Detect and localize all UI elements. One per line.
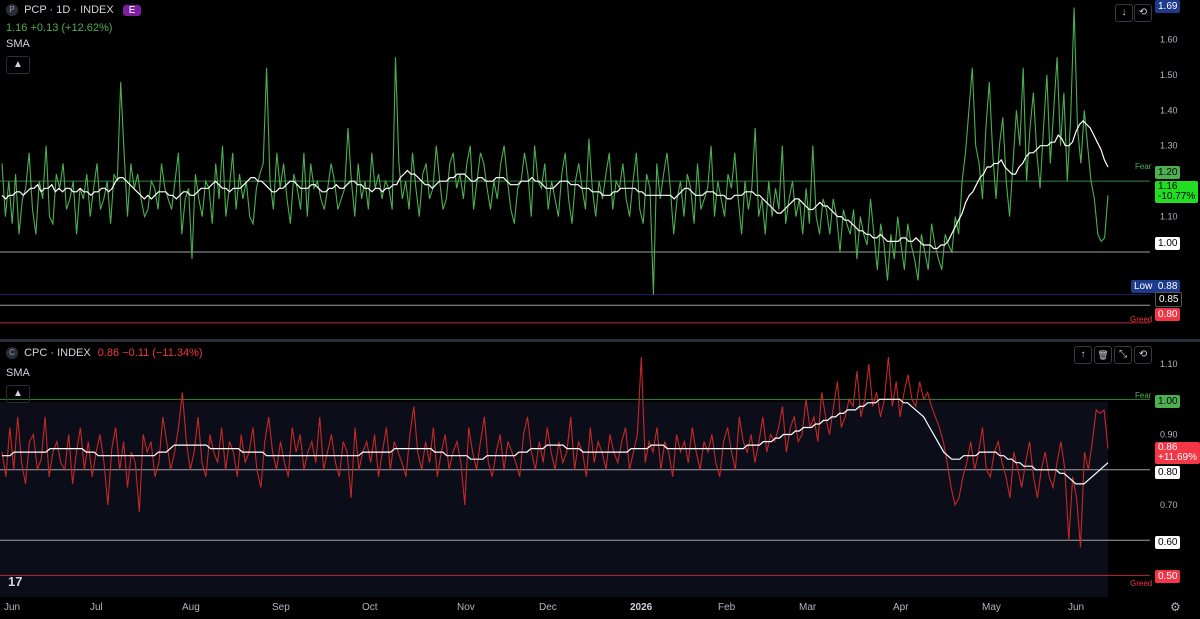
- earnings-badge[interactable]: E: [122, 4, 142, 16]
- x-tick-label: Jul: [90, 602, 103, 613]
- chevron-up-icon[interactable]: ▲: [6, 56, 30, 74]
- x-tick-label: May: [982, 602, 1001, 613]
- y-tick-label: 1.60: [1160, 34, 1178, 44]
- y-tick-label: 1.10: [1160, 212, 1178, 222]
- x-tick-label: 2026: [630, 602, 653, 613]
- low-level-label: Low: [1134, 281, 1153, 292]
- y-tick-label: 1.40: [1160, 105, 1178, 115]
- chevron-up-icon[interactable]: ▲: [6, 385, 30, 403]
- pane-background: [0, 402, 1108, 597]
- sma-indicator-label[interactable]: SMA: [6, 367, 30, 379]
- last-price-tag: 1.16 -10.77%: [1155, 181, 1199, 203]
- greed-level-value: 0.50: [1155, 570, 1181, 583]
- cpc-legend[interactable]: C CPC · INDEX 0.86 −0.11 (−11.34%): [6, 347, 203, 360]
- mid-level-value: 0.80: [1155, 466, 1181, 479]
- fear-level-value: 1.00: [1155, 395, 1181, 408]
- y-tick-label: 1.50: [1160, 70, 1178, 80]
- pcp-line: [1, 7, 1109, 295]
- cpc-change: −0.11 (−11.34%): [122, 347, 203, 359]
- one-level-value: 1.00: [1155, 237, 1181, 250]
- fear-level-label: Fear: [1135, 162, 1152, 171]
- y-tick-label: 1.10: [1160, 359, 1178, 369]
- y-tick-label: 1.30: [1160, 141, 1178, 151]
- pcp-value: 1.16: [6, 22, 28, 34]
- gear-icon[interactable]: ⚙: [1170, 600, 1181, 614]
- x-tick-label: Jun: [4, 602, 21, 613]
- greed-level-value: 0.80: [1155, 308, 1181, 321]
- fear-level-value: 1.20: [1155, 166, 1181, 179]
- x-tick-label: Mar: [799, 602, 817, 613]
- greed-level-label: Greed: [1130, 315, 1153, 324]
- x-tick-label: Sep: [272, 602, 290, 613]
- tradingview-logo[interactable]: 17: [8, 574, 22, 589]
- symbol-icon: P: [6, 4, 18, 17]
- low-level-value: 0.60: [1155, 536, 1181, 549]
- symbol-icon: C: [6, 347, 18, 360]
- last-change: +11.69%: [1158, 452, 1198, 463]
- x-tick-label: Aug: [182, 602, 200, 613]
- low-level-value: 0.88: [1157, 281, 1178, 292]
- arrow-up-icon[interactable]: ↑: [1074, 346, 1092, 364]
- greed-level-label: Greed: [1130, 579, 1153, 588]
- symbol-title[interactable]: CPC · INDEX: [24, 347, 91, 359]
- price-tag-top: 1.69: [1155, 0, 1181, 13]
- pcp-change: +0.13 (+12.62%): [30, 22, 113, 34]
- last-price-tag: 0.86 +11.69%: [1155, 442, 1200, 464]
- sma-line: [1, 120, 1109, 250]
- sma-indicator-label[interactable]: SMA: [6, 38, 30, 50]
- base-level-value: 0.85: [1155, 292, 1183, 307]
- pcp-legend[interactable]: P PCP · 1D · INDEX E: [6, 4, 142, 17]
- x-tick-label: Jun: [1068, 602, 1085, 613]
- pcp-chart[interactable]: 1.601.501.401.301.100.90: [0, 0, 1200, 339]
- refresh-icon[interactable]: ⟲: [1134, 4, 1152, 22]
- pcp-pane: 1.601.501.401.301.100.90 P PCP · 1D · IN…: [0, 0, 1200, 339]
- refresh-icon[interactable]: ⟲: [1134, 346, 1152, 364]
- y-tick-label: 0.90: [1160, 430, 1178, 440]
- cpc-pane: 1.10 0.90 0.70 C CPC · INDEX 0.86 −0.11 (−…: [0, 342, 1200, 597]
- x-tick-label: Feb: [718, 602, 736, 613]
- cpc-chart[interactable]: 1.10 0.90 0.70: [0, 342, 1200, 597]
- symbol-title[interactable]: PCP · 1D · INDEX: [24, 4, 114, 16]
- x-tick-label: Nov: [457, 602, 475, 613]
- x-tick-label: Oct: [362, 602, 378, 613]
- x-tick-label: Dec: [539, 602, 557, 613]
- fear-level-label: Fear: [1135, 391, 1152, 400]
- arrow-down-icon[interactable]: ↓: [1115, 4, 1133, 22]
- y-tick-label: 0.70: [1160, 500, 1178, 510]
- collapse-icon[interactable]: ⤡: [1114, 346, 1132, 364]
- cpc-value: 0.86: [97, 347, 120, 359]
- last-change: -10.77%: [1158, 191, 1196, 202]
- x-tick-label: Apr: [893, 602, 909, 613]
- trash-icon[interactable]: 🗑: [1094, 346, 1112, 364]
- pcp-values: 1.16 +0.13 (+12.62%): [6, 22, 112, 34]
